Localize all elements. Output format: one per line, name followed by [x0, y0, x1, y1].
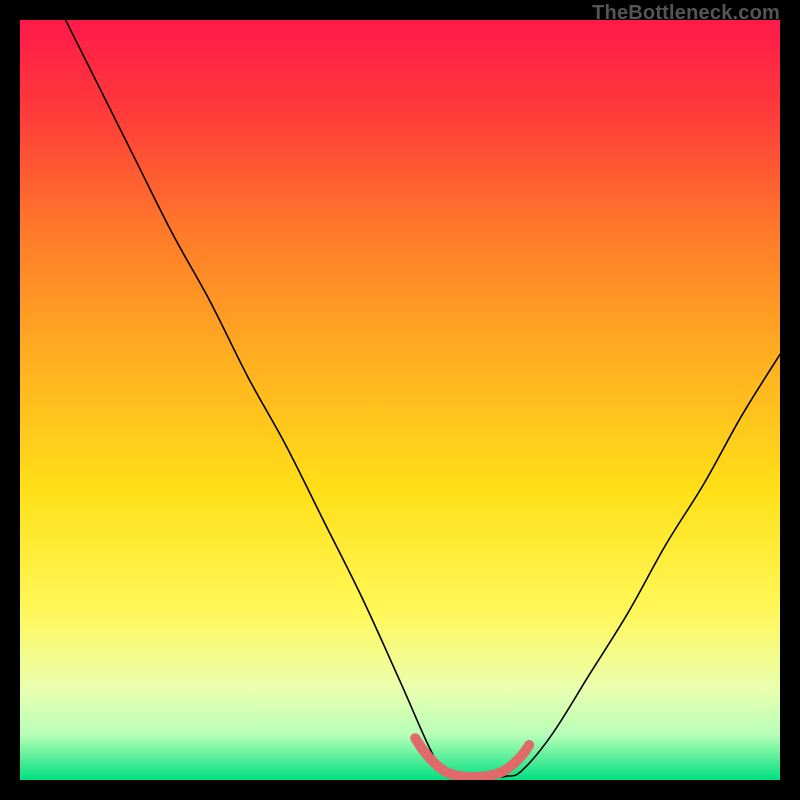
chart-container: TheBottleneck.com — [0, 0, 800, 800]
bottleneck-curve — [66, 20, 780, 778]
plot-area — [20, 20, 780, 780]
curve-layer — [20, 20, 780, 780]
optimal-band-marker — [415, 738, 529, 777]
